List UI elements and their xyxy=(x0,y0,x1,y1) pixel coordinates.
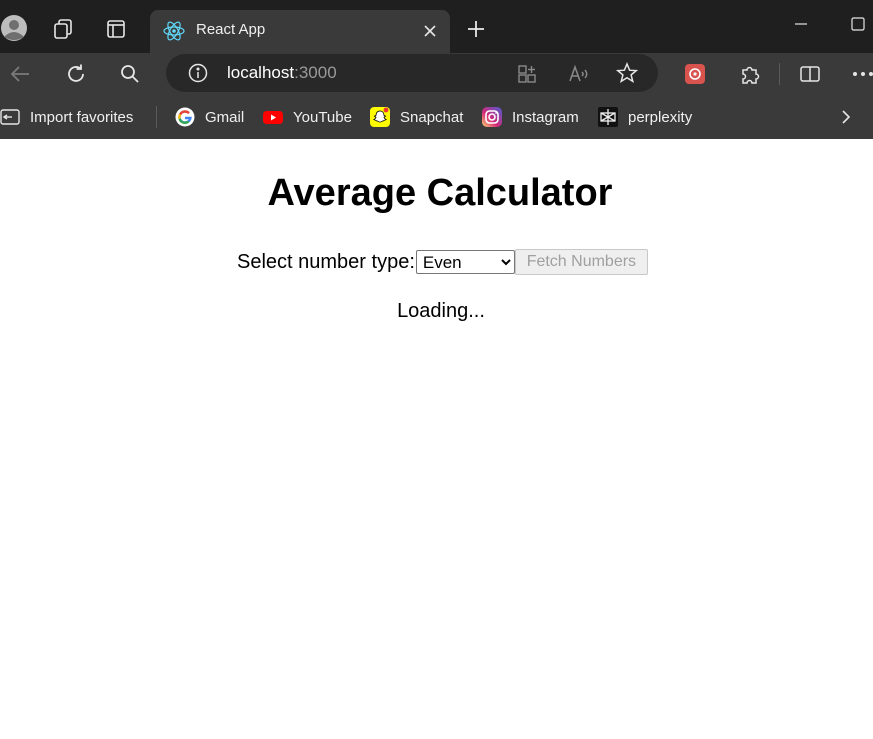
bookmark-perplexity[interactable]: perplexity xyxy=(598,105,692,129)
snapchat-icon xyxy=(370,107,390,127)
google-icon xyxy=(175,107,195,127)
more-options-icon[interactable] xyxy=(852,62,873,86)
browser-chrome: React App localhost:3000 Import favorite… xyxy=(0,0,873,139)
number-type-select[interactable]: Even xyxy=(415,250,515,274)
youtube-icon xyxy=(263,107,283,127)
address-bar[interactable]: localhost:3000 xyxy=(166,54,658,92)
favorites-separator xyxy=(156,106,157,128)
site-info-icon[interactable] xyxy=(187,62,209,84)
bookmark-instagram[interactable]: Instagram xyxy=(482,105,579,129)
extension-red-icon[interactable] xyxy=(683,62,707,86)
new-tab-icon[interactable] xyxy=(465,18,487,40)
page-content: Average Calculator Select number type: E… xyxy=(0,139,873,739)
bookmark-label: Gmail xyxy=(205,108,245,126)
minimize-window-icon[interactable] xyxy=(790,14,812,34)
toolbar-divider xyxy=(779,63,780,85)
react-logo-icon xyxy=(163,20,185,42)
number-type-label: Select number type: xyxy=(237,250,415,273)
extensions-puzzle-icon[interactable] xyxy=(738,62,762,86)
bookmark-label: Snapchat xyxy=(400,108,464,126)
bookmark-snapchat[interactable]: Snapchat xyxy=(370,105,463,129)
favorites-bar: Import favorites Gmail YouTube Snapchat … xyxy=(0,95,873,139)
search-icon[interactable] xyxy=(119,63,141,85)
page-title: Average Calculator xyxy=(267,172,613,214)
back-arrow-icon[interactable] xyxy=(8,62,32,86)
profile-avatar-icon[interactable] xyxy=(0,14,28,42)
bookmark-gmail[interactable]: Gmail xyxy=(175,105,244,129)
app-available-icon[interactable] xyxy=(516,63,538,85)
import-icon xyxy=(0,107,20,127)
bookmark-label: YouTube xyxy=(293,108,352,126)
bookmark-label: Import favorites xyxy=(30,108,134,126)
perplexity-icon xyxy=(598,107,618,127)
tab-react-app[interactable]: React App xyxy=(150,10,450,53)
maximize-window-icon[interactable] xyxy=(848,14,868,34)
bookmark-label: perplexity xyxy=(628,108,693,126)
url-port: :3000 xyxy=(294,63,337,82)
refresh-icon[interactable] xyxy=(64,62,88,86)
bookmark-youtube[interactable]: YouTube xyxy=(263,105,352,129)
bookmark-label: Instagram xyxy=(512,108,579,126)
loading-status: Loading... xyxy=(397,300,485,322)
url-host: localhost xyxy=(227,63,295,82)
number-type-controls: Select number type: Even Fetch Numbers xyxy=(237,249,648,275)
tab-actions-icon[interactable] xyxy=(106,19,126,39)
tab-title: React App xyxy=(196,21,266,38)
close-tab-icon[interactable] xyxy=(420,21,440,41)
url-text[interactable]: localhost:3000 xyxy=(227,63,337,83)
tab-strip: React App xyxy=(0,0,873,57)
bookmark-import-favorites[interactable]: Import favorites xyxy=(0,105,133,129)
fetch-numbers-button[interactable]: Fetch Numbers xyxy=(514,249,648,275)
workspaces-icon[interactable] xyxy=(52,18,74,40)
read-aloud-icon[interactable] xyxy=(567,63,591,85)
address-toolbar: localhost:3000 xyxy=(0,53,873,95)
instagram-icon xyxy=(482,107,502,127)
favorite-star-icon[interactable] xyxy=(616,62,638,84)
chevron-right-icon[interactable] xyxy=(836,106,856,128)
split-screen-icon[interactable] xyxy=(798,62,822,86)
